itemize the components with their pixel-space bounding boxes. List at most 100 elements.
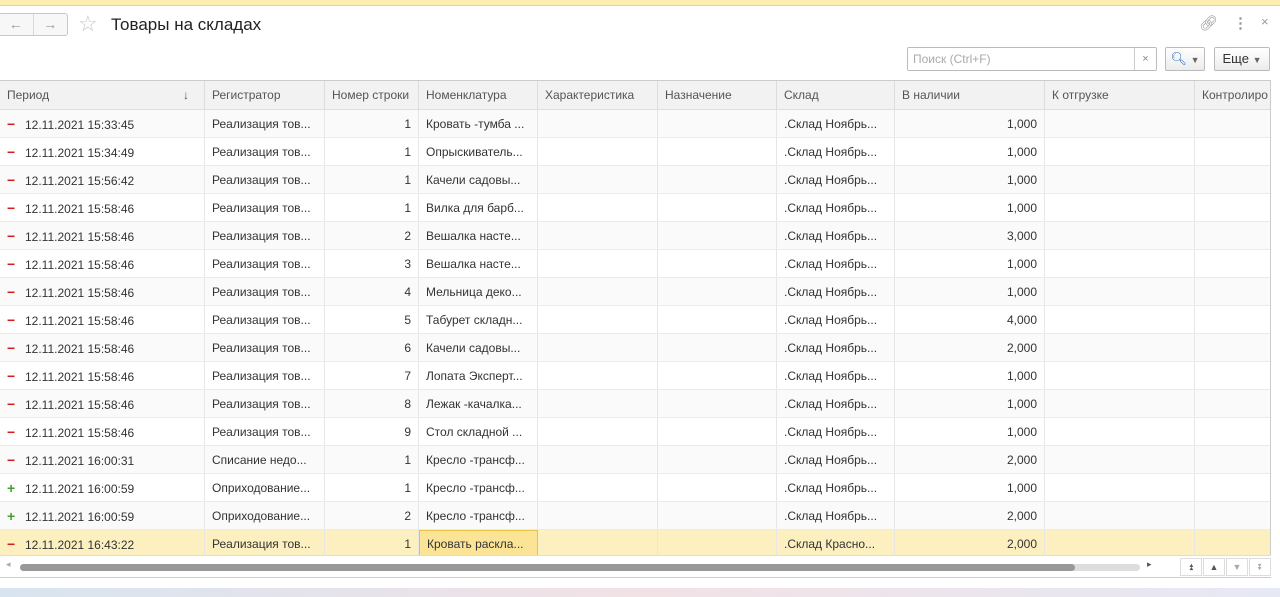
- registrar-cell: Реализация тов...: [205, 418, 325, 445]
- nomenclature-cell: Вешалка насте...: [419, 222, 538, 249]
- scroll-track[interactable]: [20, 564, 1140, 571]
- warehouse-cell: .Склад Ноябрь...: [777, 194, 895, 221]
- warehouse-cell: .Склад Ноябрь...: [777, 222, 895, 249]
- characteristic-cell: [538, 418, 658, 445]
- in-stock-cell: 2,000: [895, 530, 1045, 557]
- controlled-cell: [1195, 166, 1270, 193]
- table-row[interactable]: −12.11.2021 15:58:46 Реализация тов... 9…: [0, 418, 1270, 446]
- purpose-cell: [658, 222, 777, 249]
- column-header[interactable]: Регистратор: [205, 81, 325, 109]
- warehouse-cell: .Склад Ноябрь...: [777, 250, 895, 277]
- purpose-cell: [658, 110, 777, 137]
- table-row[interactable]: −12.11.2021 15:58:46 Реализация тов... 3…: [0, 250, 1270, 278]
- column-header[interactable]: Номенклатура: [419, 81, 538, 109]
- column-header[interactable]: К отгрузке: [1045, 81, 1195, 109]
- table-row[interactable]: −12.11.2021 15:56:42 Реализация тов... 1…: [0, 166, 1270, 194]
- minus-icon: −: [7, 116, 16, 132]
- search-options-button[interactable]: 🔍︎ ▼: [1165, 47, 1205, 71]
- nomenclature-cell[interactable]: Кровать раскла...: [419, 530, 538, 557]
- table-row[interactable]: −12.11.2021 15:58:46 Реализация тов... 5…: [0, 306, 1270, 334]
- table-row[interactable]: −12.11.2021 16:43:22 Реализация тов... 1…: [0, 530, 1270, 558]
- characteristic-cell: [538, 334, 658, 361]
- to-ship-cell: [1045, 306, 1195, 333]
- line-number-cell: 6: [325, 334, 419, 361]
- forward-arrow-icon[interactable]: →: [32, 14, 68, 35]
- search-field: ×: [907, 47, 1157, 71]
- table-row[interactable]: −12.11.2021 16:00:31 Списание недо... 1 …: [0, 446, 1270, 474]
- warehouse-cell: .Склад Ноябрь...: [777, 306, 895, 333]
- column-header[interactable]: В наличии: [895, 81, 1045, 109]
- scroll-first-button[interactable]: ⏫︎: [1180, 558, 1202, 576]
- top-bar: [0, 0, 1280, 6]
- table-row[interactable]: −12.11.2021 15:58:46 Реализация тов... 7…: [0, 362, 1270, 390]
- favorite-star-icon[interactable]: ☆: [78, 11, 98, 37]
- more-vert-icon[interactable]: ⋮: [1233, 14, 1248, 32]
- search-input[interactable]: [908, 48, 1134, 70]
- column-header[interactable]: Склад: [777, 81, 895, 109]
- column-header[interactable]: Период ↓: [0, 81, 205, 109]
- nomenclature-cell: Кровать -тумба ...: [419, 110, 538, 137]
- warehouse-cell: .Склад Ноябрь...: [777, 362, 895, 389]
- purpose-cell: [658, 306, 777, 333]
- column-header[interactable]: Характеристика: [538, 81, 658, 109]
- clear-search-icon[interactable]: ×: [1134, 48, 1156, 70]
- scroll-thumb[interactable]: [20, 564, 1075, 571]
- purpose-cell: [658, 362, 777, 389]
- table-row[interactable]: −12.11.2021 15:34:49 Реализация тов... 1…: [0, 138, 1270, 166]
- scroll-last-button[interactable]: ⏬︎: [1249, 558, 1271, 576]
- characteristic-cell: [538, 166, 658, 193]
- line-number-cell: 4: [325, 278, 419, 305]
- column-label: Период: [7, 88, 50, 102]
- table-row[interactable]: +12.11.2021 16:00:59 Оприходование... 1 …: [0, 474, 1270, 502]
- column-header[interactable]: Номер строки: [325, 81, 419, 109]
- table-row[interactable]: −12.11.2021 15:33:45 Реализация тов... 1…: [0, 110, 1270, 138]
- horizontal-scrollbar[interactable]: ◂ ▸ ⏫︎ ▲ ▼ ⏬︎: [0, 555, 1271, 577]
- to-ship-cell: [1045, 278, 1195, 305]
- column-header[interactable]: Назначение: [658, 81, 777, 109]
- warehouse-cell: .Склад Ноябрь...: [777, 278, 895, 305]
- period-text: 12.11.2021 16:43:22: [25, 538, 135, 552]
- warehouse-cell: .Склад Ноябрь...: [777, 446, 895, 473]
- scroll-down-button[interactable]: ▼: [1226, 558, 1248, 576]
- line-number-cell: 1: [325, 194, 419, 221]
- controlled-cell: [1195, 446, 1270, 473]
- close-icon[interactable]: ×: [1261, 14, 1269, 29]
- nomenclature-cell: Опрыскиватель...: [419, 138, 538, 165]
- period-text: 12.11.2021 15:58:46: [25, 286, 135, 300]
- minus-icon: −: [7, 284, 16, 300]
- controlled-cell: [1195, 222, 1270, 249]
- purpose-cell: [658, 418, 777, 445]
- table-row[interactable]: −12.11.2021 15:58:46 Реализация тов... 1…: [0, 194, 1270, 222]
- registrar-cell: Реализация тов...: [205, 362, 325, 389]
- line-number-cell: 5: [325, 306, 419, 333]
- registrar-cell: Реализация тов...: [205, 334, 325, 361]
- nomenclature-cell: Кресло -трансф...: [419, 446, 538, 473]
- period-text: 12.11.2021 15:58:46: [25, 230, 135, 244]
- registrar-cell: Оприходование...: [205, 474, 325, 501]
- table-row[interactable]: +12.11.2021 16:00:59 Оприходование... 2 …: [0, 502, 1270, 530]
- link-icon[interactable]: 🔗︎: [1199, 14, 1218, 32]
- table-row[interactable]: −12.11.2021 15:58:46 Реализация тов... 8…: [0, 390, 1270, 418]
- characteristic-cell: [538, 138, 658, 165]
- characteristic-cell: [538, 502, 658, 529]
- scroll-up-button[interactable]: ▲: [1203, 558, 1225, 576]
- back-arrow-icon[interactable]: ←: [0, 14, 33, 35]
- characteristic-cell: [538, 194, 658, 221]
- to-ship-cell: [1045, 250, 1195, 277]
- in-stock-cell: 1,000: [895, 194, 1045, 221]
- characteristic-cell: [538, 278, 658, 305]
- scroll-right-icon[interactable]: ▸: [1147, 559, 1152, 570]
- minus-icon: −: [7, 228, 16, 244]
- column-header[interactable]: Контролиро: [1195, 81, 1270, 109]
- registrar-cell: Реализация тов...: [205, 530, 325, 557]
- scroll-left-icon[interactable]: ◂: [6, 559, 11, 570]
- nomenclature-cell: Стол складной ...: [419, 418, 538, 445]
- period-text: 12.11.2021 15:58:46: [25, 314, 135, 328]
- purpose-cell: [658, 530, 777, 557]
- table-row[interactable]: −12.11.2021 15:58:46 Реализация тов... 4…: [0, 278, 1270, 306]
- table-row[interactable]: −12.11.2021 15:58:46 Реализация тов... 6…: [0, 334, 1270, 362]
- more-button[interactable]: Еще ▼: [1214, 47, 1270, 71]
- table-row[interactable]: −12.11.2021 15:58:46 Реализация тов... 2…: [0, 222, 1270, 250]
- nomenclature-cell: Мельница деко...: [419, 278, 538, 305]
- period-cell: −12.11.2021 15:58:46: [0, 222, 205, 249]
